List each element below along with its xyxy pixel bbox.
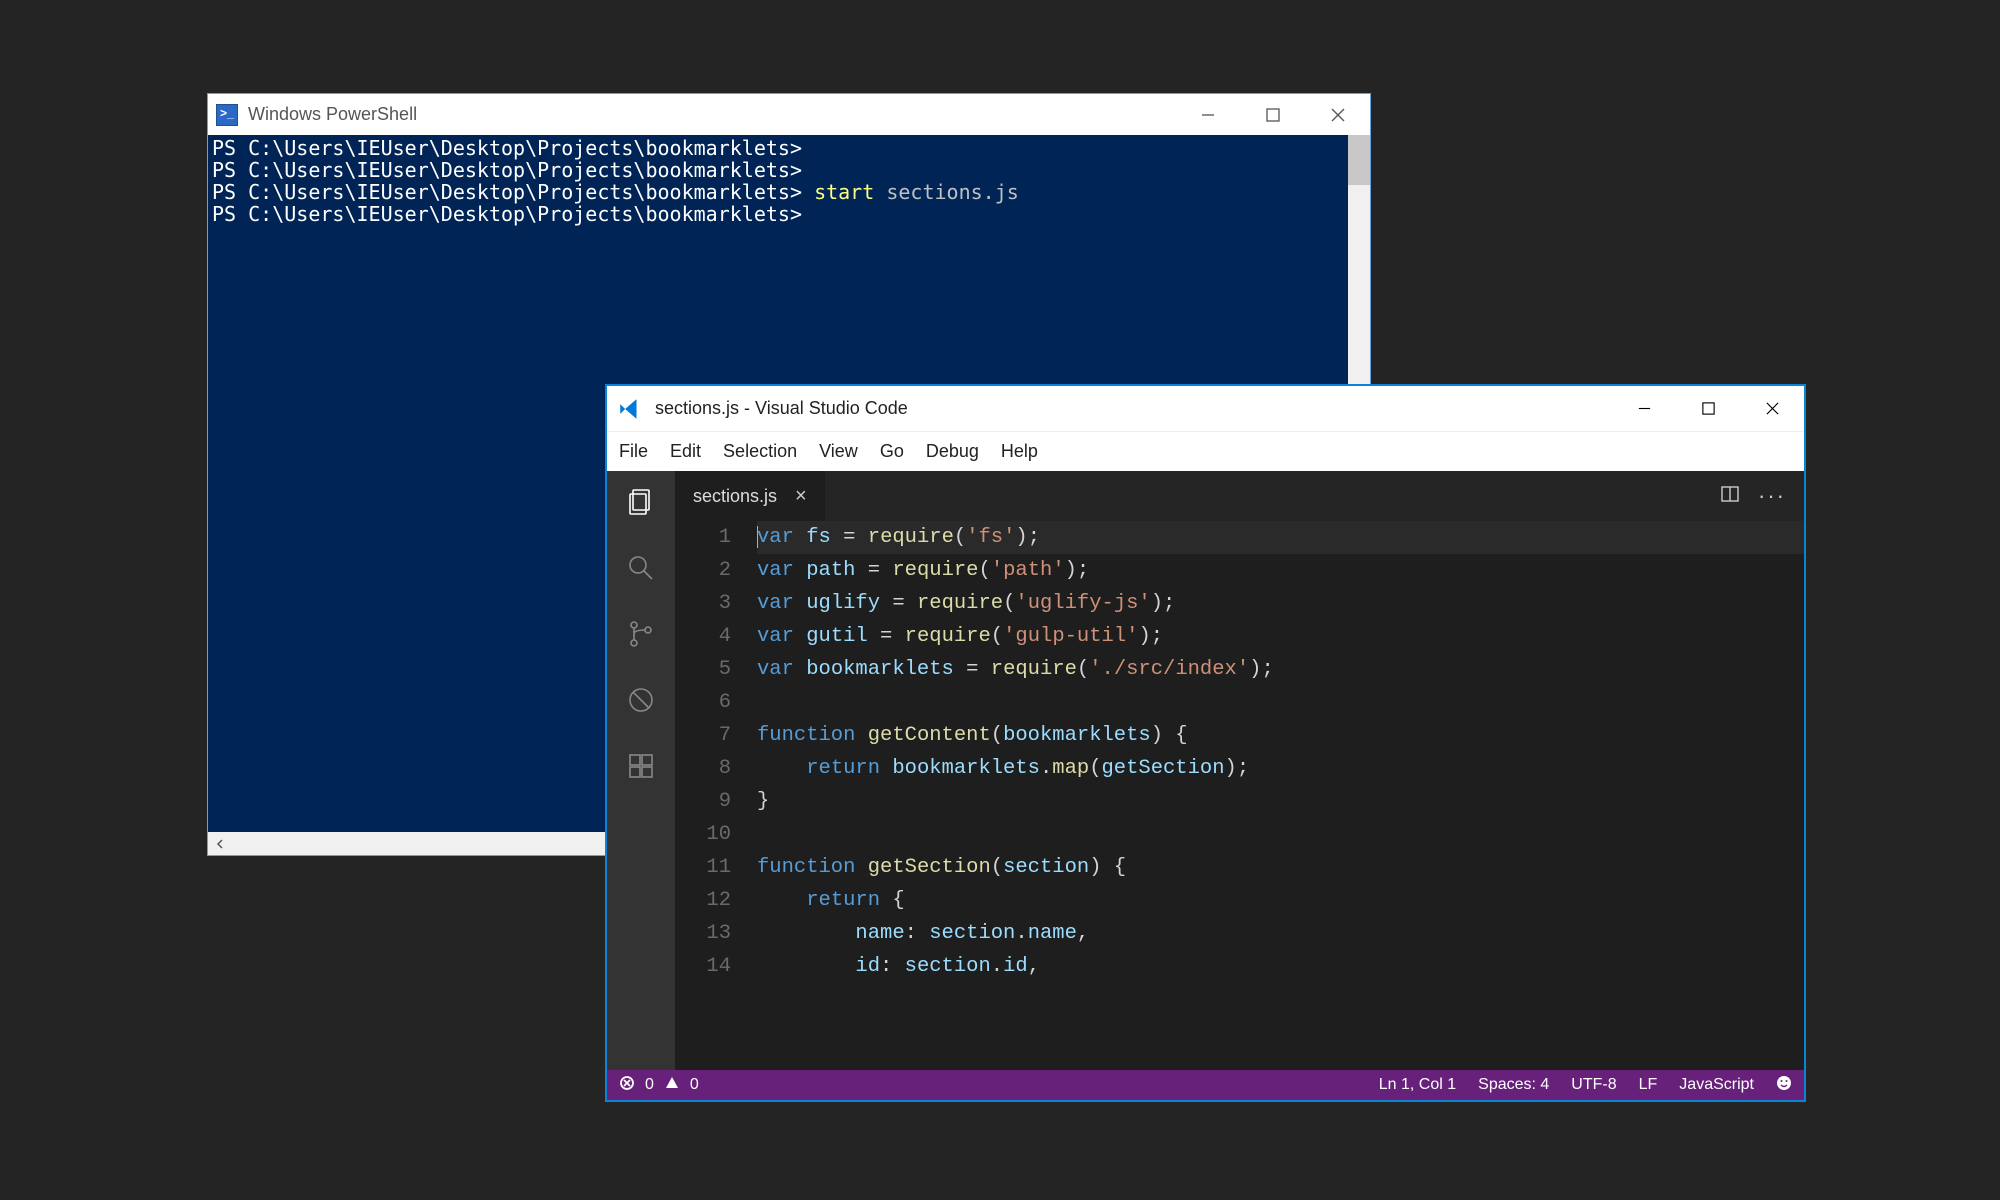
terminal-line: PS C:\Users\IEUser\Desktop\Projects\book…	[212, 203, 1366, 225]
code-line[interactable]: function getSection(section) {	[757, 851, 1804, 884]
status-bar: 0 0 Ln 1, Col 1 Spaces: 4 UTF-8 LF JavaS…	[607, 1070, 1804, 1100]
code-line[interactable]	[757, 686, 1804, 719]
menu-edit[interactable]: Edit	[670, 441, 701, 462]
code-line[interactable]: var gutil = require('gulp-util');	[757, 620, 1804, 653]
code-line[interactable]: function getContent(bookmarklets) {	[757, 719, 1804, 752]
encoding[interactable]: UTF-8	[1571, 1076, 1616, 1094]
close-button[interactable]	[1740, 386, 1804, 431]
code-line[interactable]	[757, 818, 1804, 851]
editor-actions: ···	[1720, 471, 1804, 521]
minimize-button[interactable]	[1175, 94, 1240, 135]
debug-icon[interactable]	[624, 683, 658, 717]
terminal-line: PS C:\Users\IEUser\Desktop\Projects\book…	[212, 137, 1366, 159]
code-line[interactable]: id: section.id,	[757, 950, 1804, 983]
line-number: 13	[675, 917, 731, 950]
vscode-titlebar[interactable]: sections.js - Visual Studio Code	[607, 386, 1804, 431]
line-number: 6	[675, 686, 731, 719]
extensions-icon[interactable]	[624, 749, 658, 783]
code-line[interactable]: return {	[757, 884, 1804, 917]
powershell-title: Windows PowerShell	[248, 104, 1175, 125]
code-editor[interactable]: 1234567891011121314 var fs = require('fs…	[675, 521, 1804, 1070]
tab-close-icon[interactable]: ×	[795, 485, 807, 508]
code-line[interactable]: var fs = require('fs');	[757, 521, 1804, 554]
vscode-title: sections.js - Visual Studio Code	[655, 398, 1612, 419]
line-number: 4	[675, 620, 731, 653]
line-number: 8	[675, 752, 731, 785]
maximize-button[interactable]	[1676, 386, 1740, 431]
indentation[interactable]: Spaces: 4	[1478, 1076, 1549, 1094]
errors-count[interactable]: 0	[645, 1076, 654, 1094]
split-editor-icon[interactable]	[1720, 484, 1740, 509]
code-line[interactable]: var uglify = require('uglify-js');	[757, 587, 1804, 620]
vscode-window: sections.js - Visual Studio Code File Edi…	[605, 384, 1806, 1102]
scrollbar-thumb[interactable]	[1348, 135, 1370, 185]
menu-view[interactable]: View	[819, 441, 858, 462]
eol[interactable]: LF	[1639, 1076, 1658, 1094]
menu-file[interactable]: File	[619, 441, 648, 462]
line-number: 12	[675, 884, 731, 917]
powershell-icon	[216, 104, 238, 126]
menu-selection[interactable]: Selection	[723, 441, 797, 462]
menu-debug[interactable]: Debug	[926, 441, 979, 462]
errors-indicator[interactable]	[619, 1075, 635, 1096]
line-number: 1	[675, 521, 731, 554]
vscode-logo-icon	[617, 396, 643, 422]
vscode-menubar: File Edit Selection View Go Debug Help	[607, 431, 1804, 471]
code-line[interactable]: }	[757, 785, 1804, 818]
terminal-line: PS C:\Users\IEUser\Desktop\Projects\book…	[212, 181, 1366, 203]
line-number: 14	[675, 950, 731, 983]
more-actions-icon[interactable]: ···	[1758, 483, 1786, 509]
code-line[interactable]: return bookmarklets.map(getSection);	[757, 752, 1804, 785]
explorer-icon[interactable]	[624, 485, 658, 519]
maximize-button[interactable]	[1240, 94, 1305, 135]
tab-label: sections.js	[693, 486, 777, 507]
line-number: 9	[675, 785, 731, 818]
cursor-position[interactable]: Ln 1, Col 1	[1379, 1076, 1456, 1094]
line-number-gutter: 1234567891011121314	[675, 521, 757, 1070]
language-mode[interactable]: JavaScript	[1679, 1076, 1754, 1094]
scroll-left-button[interactable]	[208, 832, 231, 855]
activity-bar	[607, 471, 675, 1070]
menu-help[interactable]: Help	[1001, 441, 1038, 462]
line-number: 11	[675, 851, 731, 884]
code-line[interactable]: var bookmarklets = require('./src/index'…	[757, 653, 1804, 686]
source-control-icon[interactable]	[624, 617, 658, 651]
code-line[interactable]: var path = require('path');	[757, 554, 1804, 587]
code-lines[interactable]: var fs = require('fs');var path = requir…	[757, 521, 1804, 1070]
terminal-line: PS C:\Users\IEUser\Desktop\Projects\book…	[212, 159, 1366, 181]
line-number: 3	[675, 587, 731, 620]
line-number: 10	[675, 818, 731, 851]
close-button[interactable]	[1305, 94, 1370, 135]
line-number: 5	[675, 653, 731, 686]
warnings-count[interactable]: 0	[690, 1076, 699, 1094]
minimize-button[interactable]	[1612, 386, 1676, 431]
code-line[interactable]: name: section.name,	[757, 917, 1804, 950]
search-icon[interactable]	[624, 551, 658, 585]
editor-area: sections.js × ··· 1234567891011121314 va…	[675, 471, 1804, 1070]
powershell-titlebar[interactable]: Windows PowerShell	[208, 94, 1370, 135]
vscode-main: sections.js × ··· 1234567891011121314 va…	[607, 471, 1804, 1070]
line-number: 2	[675, 554, 731, 587]
line-number: 7	[675, 719, 731, 752]
feedback-icon[interactable]	[1776, 1075, 1792, 1096]
warnings-indicator[interactable]	[664, 1075, 680, 1096]
editor-tabs: sections.js × ···	[675, 471, 1804, 521]
menu-go[interactable]: Go	[880, 441, 904, 462]
tab-sections-js[interactable]: sections.js ×	[675, 471, 826, 521]
